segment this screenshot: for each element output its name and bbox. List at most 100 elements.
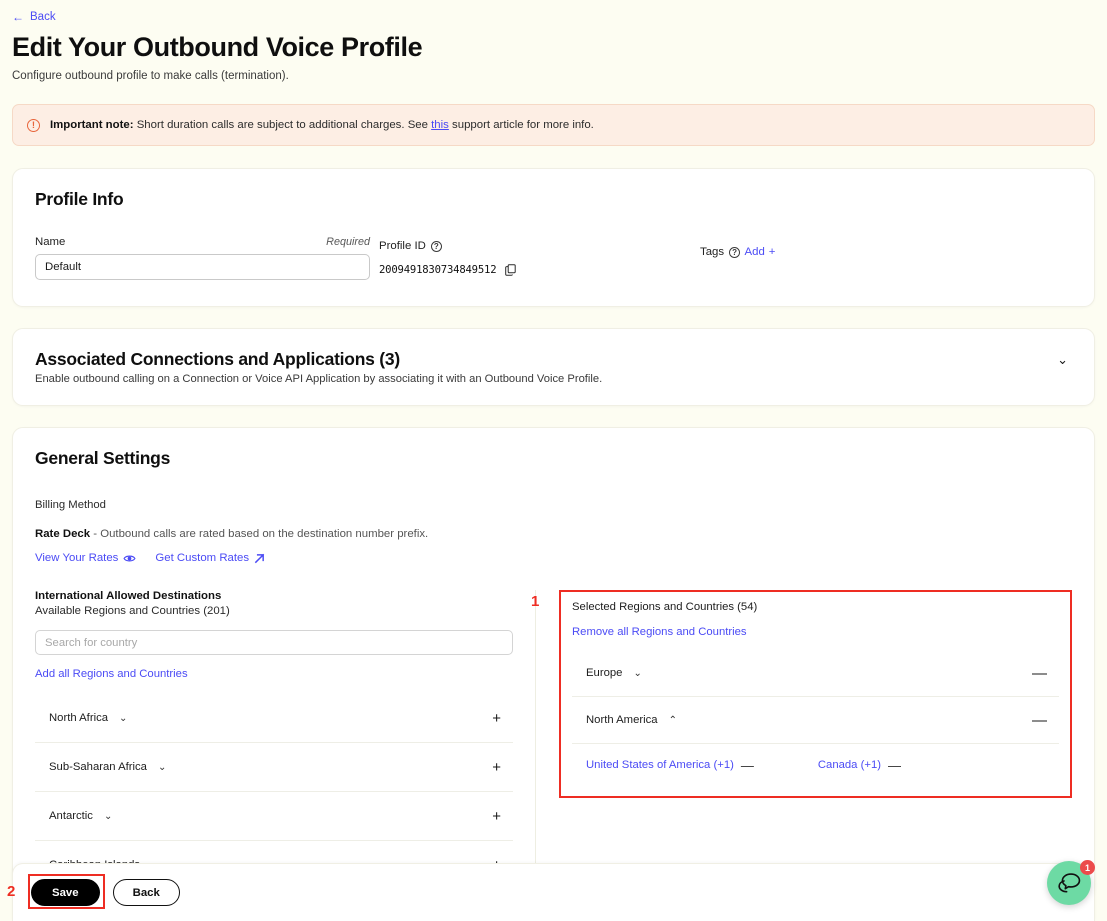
selected-country-chip[interactable]: United States of America (+1) — — [586, 759, 754, 772]
chat-unread-badge: 1 — [1080, 860, 1095, 875]
selected-country-chip[interactable]: Canada (+1) — — [818, 759, 901, 772]
plus-icon: + — [769, 246, 776, 258]
annotation-marker-1: 1 — [531, 593, 539, 610]
chevron-down-icon[interactable]: ⌄ — [1053, 349, 1072, 370]
available-regions-count: Available Regions and Countries (201) — [35, 605, 513, 617]
chevron-down-icon[interactable]: ⌄ — [633, 668, 641, 679]
billing-method-label: Billing Method — [35, 499, 1072, 511]
add-region-icon[interactable]: + — [492, 809, 507, 824]
search-country-input[interactable] — [35, 630, 513, 655]
remove-country-icon[interactable]: — — [741, 759, 754, 772]
associated-connections-subtitle: Enable outbound calling on a Connection … — [35, 373, 602, 385]
arrow-left-icon: ← — [12, 11, 24, 23]
chat-bubble-icon — [1057, 872, 1082, 894]
view-your-rates-link[interactable]: View Your Rates — [35, 552, 136, 564]
region-row[interactable]: Antarctic ⌄ + — [35, 792, 513, 841]
region-name: North America ⌃ — [586, 714, 677, 726]
important-note-body: Short duration calls are subject to addi… — [134, 119, 432, 131]
region-label: Europe — [586, 667, 622, 679]
region-label: Antarctic — [49, 810, 93, 822]
profile-info-title: Profile Info — [35, 189, 1072, 210]
name-label-row: Name Required — [35, 236, 370, 248]
name-required-label: Required — [326, 236, 370, 248]
important-note-tail: support article for more info. — [449, 119, 594, 131]
associated-connections-count: (3) — [379, 349, 400, 369]
chevron-down-icon[interactable]: ⌄ — [119, 713, 127, 724]
profile-id-value-row: 2009491830734849512 — [379, 264, 700, 276]
region-row[interactable]: North Africa ⌄ + — [35, 694, 513, 743]
rate-deck-text: - Outbound calls are rated based on the … — [90, 528, 428, 540]
region-name: North Africa ⌄ — [49, 712, 127, 724]
form-action-bar: 2 Save Back — [12, 863, 1095, 921]
profile-id-label-row: Profile ID ? — [379, 240, 442, 252]
back-link[interactable]: ← Back — [12, 11, 56, 23]
back-button[interactable]: Back — [113, 879, 180, 906]
available-regions-list: North Africa ⌄ + Sub-Saharan Africa ⌄ + … — [35, 694, 513, 890]
associated-connections-title: Associated Connections and Applications … — [35, 349, 602, 370]
rate-deck-description: Rate Deck - Outbound calls are rated bas… — [35, 528, 1072, 540]
tags-label: Tags — [700, 246, 724, 258]
chevron-up-icon[interactable]: ⌃ — [669, 715, 677, 726]
tags-group: Tags ? Add + — [700, 236, 775, 280]
region-label: Sub-Saharan Africa — [49, 761, 147, 773]
rates-links: View Your Rates Get Custom Rates — [35, 552, 1072, 564]
page-title: Edit Your Outbound Voice Profile — [12, 32, 1107, 63]
exclamation-circle-icon: ! — [27, 119, 40, 132]
associated-connections-text: Associated Connections and Applications … — [35, 349, 602, 385]
region-name: Europe ⌄ — [586, 667, 642, 679]
available-regions-column: International Allowed Destinations Avail… — [35, 590, 535, 890]
external-arrow-icon — [254, 553, 265, 564]
chevron-down-icon[interactable]: ⌄ — [158, 762, 166, 773]
profile-id-group: Profile ID ? 2009491830734849512 — [370, 236, 700, 280]
get-custom-rates-link[interactable]: Get Custom Rates — [155, 552, 265, 564]
region-label: North America — [586, 714, 658, 726]
selected-countries-row: United States of America (+1) — Canada (… — [572, 744, 1059, 786]
important-note-text: Important note: Short duration calls are… — [50, 119, 594, 131]
name-input[interactable] — [35, 254, 370, 280]
remove-all-regions-link[interactable]: Remove all Regions and Countries — [572, 626, 747, 638]
country-label: Canada (+1) — [818, 759, 881, 771]
profile-info-fields: Name Required Profile ID ? 2009491830734… — [35, 236, 1072, 280]
region-name: Antarctic ⌄ — [49, 810, 112, 822]
allowed-destinations-section: International Allowed Destinations Avail… — [35, 590, 1072, 890]
view-your-rates-label: View Your Rates — [35, 552, 118, 564]
selected-region-row[interactable]: Europe ⌄ — — [572, 650, 1059, 697]
help-circle-icon[interactable]: ? — [431, 241, 442, 252]
profile-id-label: Profile ID — [379, 240, 426, 252]
associated-connections-title-text: Associated Connections and Applications — [35, 349, 375, 369]
page-subtitle: Configure outbound profile to make calls… — [12, 70, 1107, 82]
add-region-icon[interactable]: + — [492, 711, 507, 726]
eye-icon — [123, 554, 136, 563]
add-tag-label: Add — [745, 246, 765, 258]
profile-id-value: 2009491830734849512 — [379, 264, 496, 276]
support-article-link[interactable]: this — [431, 119, 449, 131]
important-note-prefix: Important note: — [50, 119, 134, 131]
help-circle-icon[interactable]: ? — [729, 247, 740, 258]
important-note-banner: ! Important note: Short duration calls a… — [12, 104, 1095, 146]
rate-deck-label: Rate Deck — [35, 528, 90, 540]
remove-country-icon[interactable]: — — [888, 759, 901, 772]
associated-connections-card[interactable]: Associated Connections and Applications … — [12, 328, 1095, 406]
selected-regions-list: Europe ⌄ — North America ⌃ — — [572, 650, 1059, 786]
general-settings-title: General Settings — [35, 448, 1072, 469]
copy-icon[interactable] — [505, 264, 516, 276]
remove-region-icon[interactable]: — — [1032, 666, 1053, 681]
country-label: United States of America (+1) — [586, 759, 734, 771]
add-tag-button[interactable]: Add + — [745, 246, 776, 258]
add-region-icon[interactable]: + — [492, 760, 507, 775]
get-custom-rates-label: Get Custom Rates — [155, 552, 249, 564]
selected-region-row[interactable]: North America ⌃ — — [572, 697, 1059, 744]
region-label: North Africa — [49, 712, 108, 724]
general-settings-card: General Settings Billing Method Rate Dec… — [12, 427, 1095, 891]
chevron-down-icon[interactable]: ⌄ — [104, 811, 112, 822]
region-row[interactable]: Sub-Saharan Africa ⌄ + — [35, 743, 513, 792]
tags-label-row: Tags ? — [700, 246, 740, 258]
selected-regions-count: Selected Regions and Countries (54) — [572, 601, 1059, 613]
selected-regions-column: 1 Selected Regions and Countries (54) Re… — [535, 590, 1072, 890]
profile-info-card: Profile Info Name Required Profile ID ? … — [12, 168, 1095, 307]
remove-region-icon[interactable]: — — [1032, 713, 1053, 728]
add-all-regions-link[interactable]: Add all Regions and Countries — [35, 668, 188, 680]
region-name: Sub-Saharan Africa ⌄ — [49, 761, 166, 773]
international-allowed-destinations-title: International Allowed Destinations — [35, 590, 513, 602]
save-button[interactable]: Save — [31, 879, 100, 906]
